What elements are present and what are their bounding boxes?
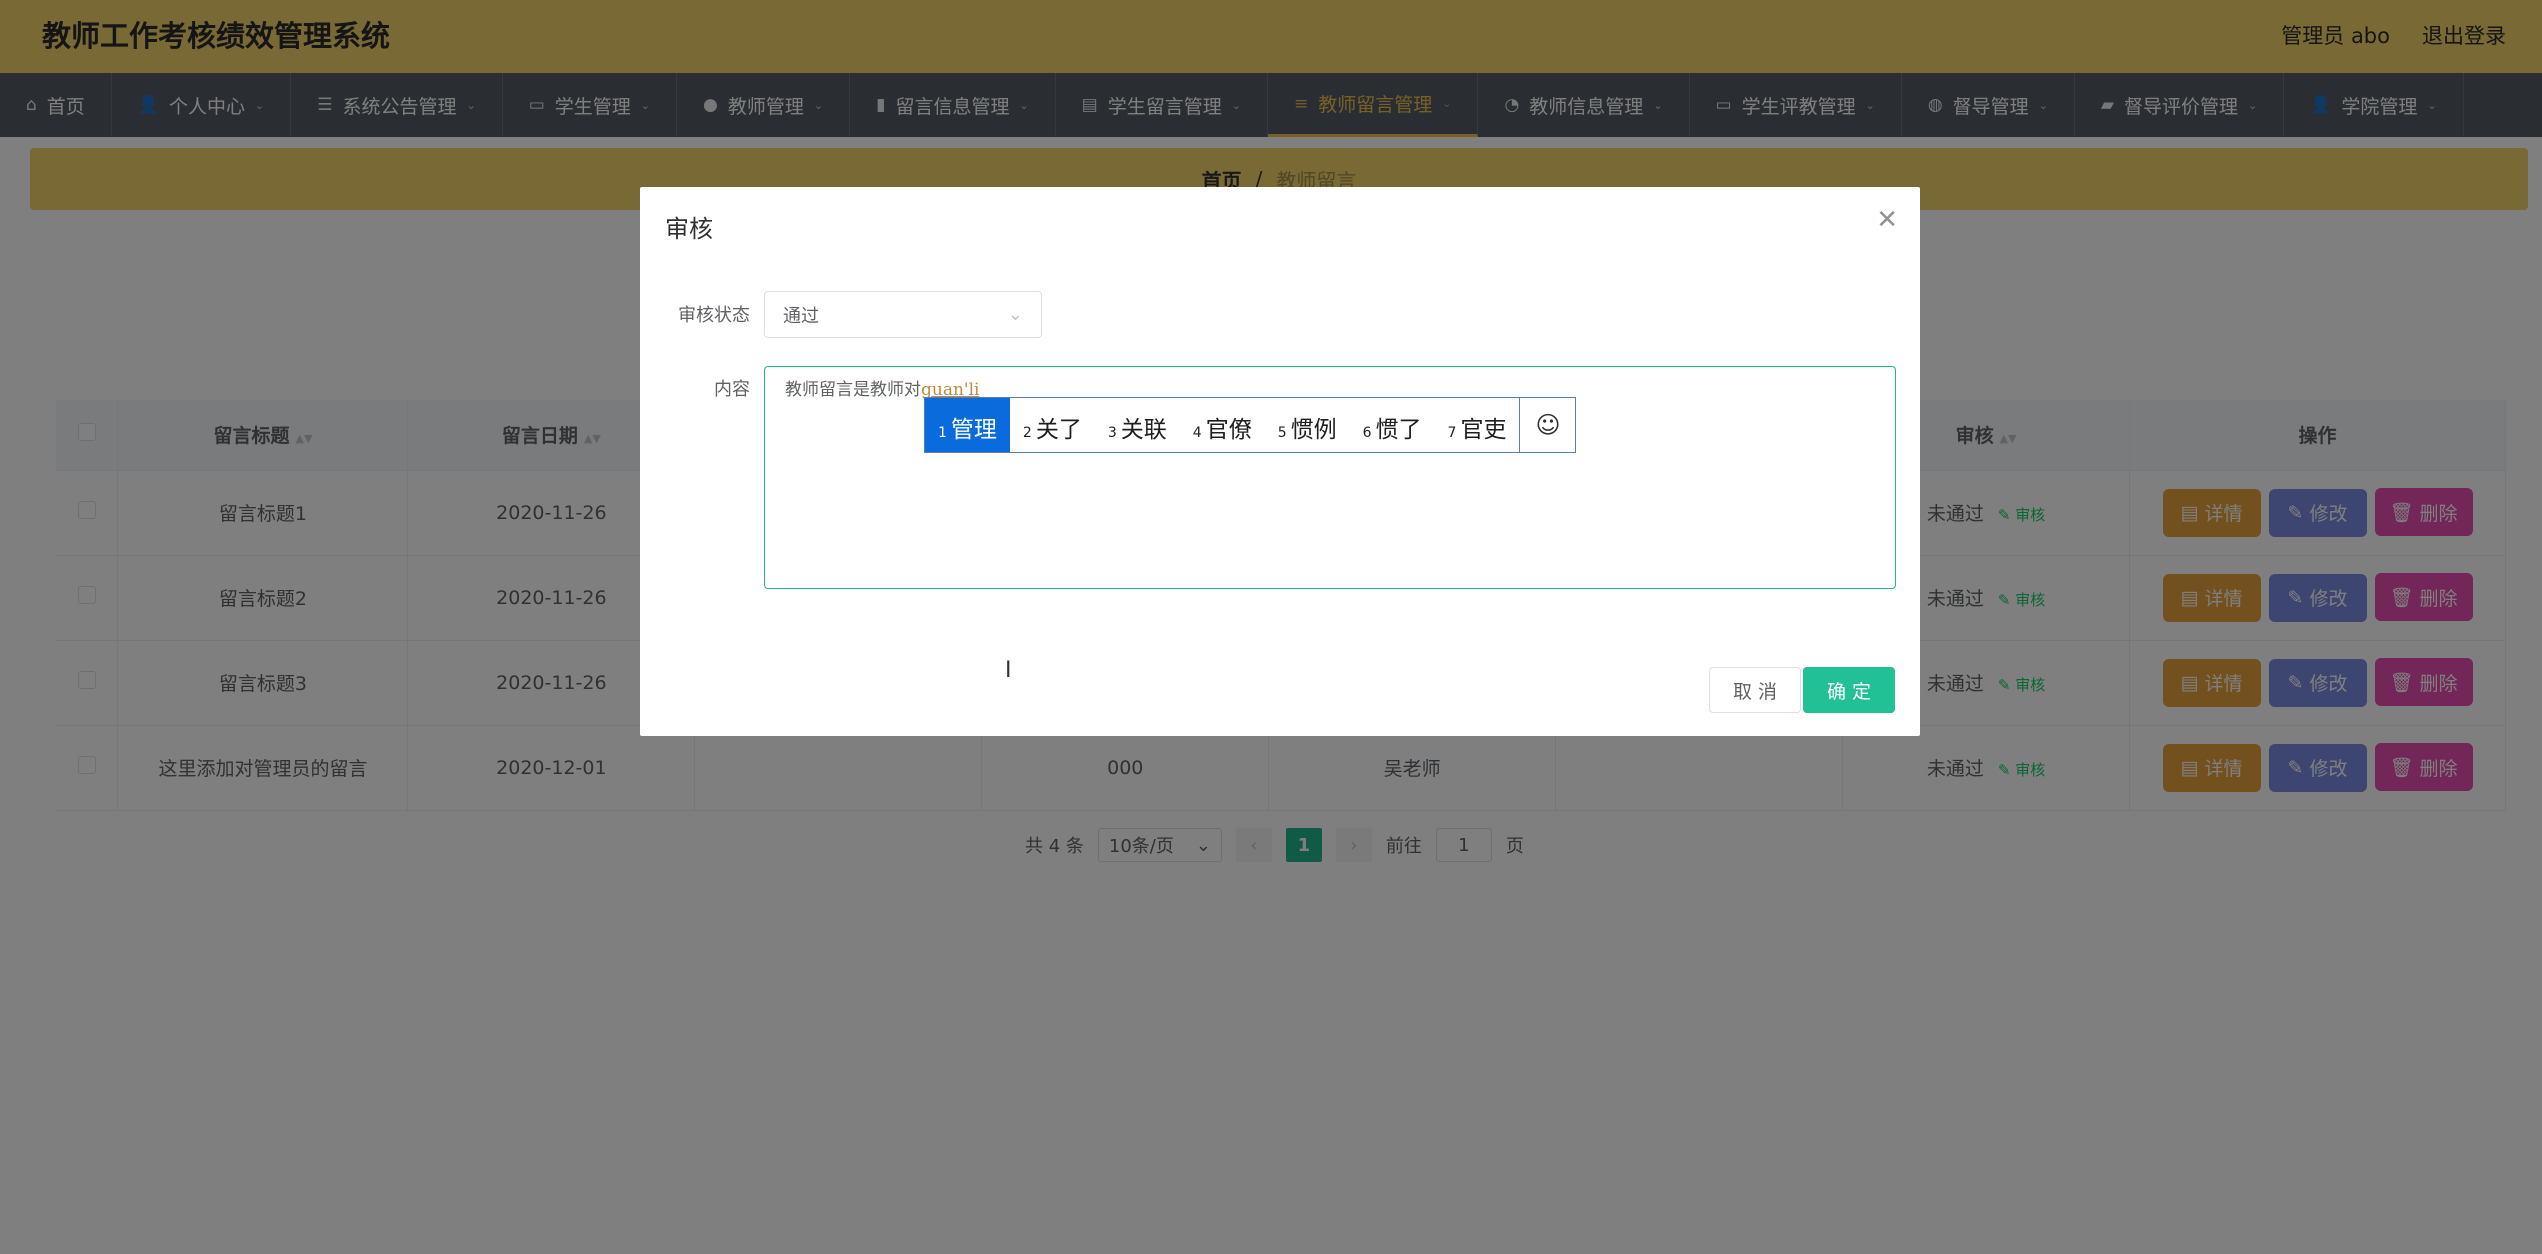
ime-candidate-number: 5 xyxy=(1277,425,1287,441)
ime-candidate-number: 3 xyxy=(1107,425,1117,441)
ime-candidate-number: 6 xyxy=(1362,425,1372,441)
status-label: 审核状态 xyxy=(678,305,750,326)
ime-candidate-number: 1 xyxy=(938,425,947,441)
ime-candidate-text: 惯了 xyxy=(1375,417,1422,443)
ime-candidate-number: 7 xyxy=(1447,425,1457,441)
ime-candidate-text: 关了 xyxy=(1035,417,1082,443)
ime-candidate-bar: 1 管理 2 关了 3 关联 4 官僚 5 惯例 6 惯了 7 官吏 ☺ xyxy=(924,397,1577,453)
ime-candidate-text: 惯例 xyxy=(1290,417,1337,443)
ime-candidate[interactable]: 4 官僚 xyxy=(1180,398,1265,452)
audit-status-select[interactable]: 通过 ⌄ xyxy=(764,291,1042,338)
confirm-button[interactable]: 确 定 xyxy=(1803,667,1895,713)
audit-dialog: 审核 ✕ 审核状态 通过 ⌄ 内容 教师留言是教师对guan'li I 1 管理 2… xyxy=(640,187,1920,736)
ime-candidate-number: 4 xyxy=(1192,425,1202,441)
emoji-icon[interactable]: ☺ xyxy=(1519,398,1575,452)
ime-candidate[interactable]: 7 官吏 xyxy=(1435,398,1520,452)
content-text: 教师留言是教师对 xyxy=(785,380,921,400)
chevron-down-icon: ⌄ xyxy=(1007,304,1023,325)
ime-candidate-text: 官僚 xyxy=(1205,417,1252,443)
ime-candidate[interactable]: 2 关了 xyxy=(1010,398,1095,452)
ime-candidate[interactable]: 1 管理 xyxy=(925,398,1010,452)
ime-candidate-text: 管理 xyxy=(950,417,997,443)
ime-candidate-text: 官吏 xyxy=(1460,417,1507,443)
ime-candidate[interactable]: 5 惯例 xyxy=(1265,398,1350,452)
ime-candidate-number: 2 xyxy=(1022,425,1032,441)
content-label: 内容 xyxy=(714,379,750,400)
audit-status-value: 通过 xyxy=(783,305,819,327)
text-cursor-icon: I xyxy=(1005,658,1012,683)
ime-candidate[interactable]: 6 惯了 xyxy=(1350,398,1435,452)
close-icon[interactable]: ✕ xyxy=(1876,205,1898,235)
ime-candidate[interactable]: 3 关联 xyxy=(1095,398,1180,452)
dialog-title: 审核 xyxy=(665,215,713,243)
ime-candidate-text: 关联 xyxy=(1120,417,1167,443)
cancel-button[interactable]: 取 消 xyxy=(1709,667,1801,713)
